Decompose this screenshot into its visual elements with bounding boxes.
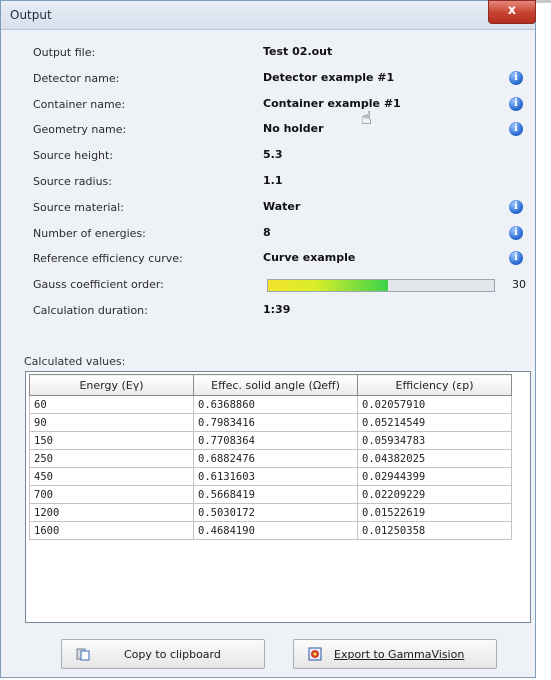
- table-row[interactable]: 90 0.7983416 0.05214549: [29, 413, 512, 432]
- info-label: Container name:: [33, 97, 126, 111]
- column-header-energy[interactable]: Energy (Eγ): [29, 374, 194, 396]
- info-icon[interactable]: i: [509, 122, 523, 137]
- hand-cursor-icon: ☝: [361, 108, 372, 129]
- info-value: 1.1: [263, 174, 283, 187]
- info-row: Container name: Container example #1 i: [17, 93, 529, 117]
- table-row[interactable]: 450 0.6131603 0.02944399: [29, 467, 512, 486]
- info-value: Test 02.out: [263, 45, 333, 58]
- efficiency-cell: 0.02209229: [357, 485, 512, 504]
- info-row: Gauss coefficient order: 30: [17, 273, 529, 297]
- gammavision-icon: [308, 647, 322, 661]
- energy-cell: 150: [29, 431, 194, 450]
- results-table: Energy (Eγ) Effec. solid angle (Ωeff) Ef…: [29, 374, 512, 540]
- solid-angle-cell: 0.5030172: [193, 503, 358, 522]
- info-label: Geometry name:: [33, 123, 127, 137]
- table-row[interactable]: 1200 0.5030172 0.01522619: [29, 503, 512, 522]
- copy-to-clipboard-button[interactable]: Copy to clipboard: [61, 639, 265, 669]
- info-row: Geometry name: No holder i: [17, 118, 529, 142]
- info-row: Number of energies: 8 i: [17, 222, 529, 246]
- gauss-order-value: 30: [512, 278, 526, 292]
- energy-cell: 1600: [29, 521, 194, 540]
- close-icon: x: [507, 3, 517, 18]
- output-window: Output x Output file: Test 02.out Detector…: [0, 0, 536, 678]
- info-icon[interactable]: i: [509, 70, 523, 85]
- efficiency-cell: 0.04382025: [357, 449, 512, 468]
- solid-angle-cell: 0.6131603: [193, 467, 358, 486]
- info-value: 5.3: [263, 148, 283, 162]
- copy-button-label: Copy to clipboard: [124, 648, 221, 661]
- column-header-efficiency[interactable]: Efficiency (εp): [357, 374, 512, 396]
- info-row: Source material: Water i: [17, 196, 529, 220]
- info-icon[interactable]: i: [509, 225, 523, 240]
- efficiency-cell: 0.05934783: [357, 431, 512, 450]
- info-value: Detector example #1: [263, 70, 395, 84]
- table-header-row: Energy (Eγ) Effec. solid angle (Ωeff) Ef…: [29, 374, 512, 396]
- table-row[interactable]: 700 0.5668419 0.02209229: [29, 485, 512, 504]
- table-row[interactable]: 60 0.6368860 0.02057910: [29, 395, 512, 414]
- info-label: Source radius:: [33, 175, 112, 188]
- gauss-order-progress-bar: [267, 279, 495, 293]
- table-row[interactable]: 1600 0.4684190 0.01250358: [29, 521, 512, 540]
- button-bar: Copy to clipboard Export to GammaVision: [1, 631, 537, 679]
- info-value: Curve example: [263, 251, 356, 265]
- calculated-values-label: Calculated values:: [24, 355, 126, 368]
- info-label: Number of energies:: [33, 226, 146, 240]
- table-row[interactable]: 250 0.6882476 0.04382025: [29, 449, 512, 468]
- solid-angle-cell: 0.5668419: [193, 485, 358, 504]
- info-label: Output file:: [33, 46, 96, 59]
- energy-cell: 60: [29, 395, 194, 414]
- solid-angle-cell: 0.7983416: [193, 413, 358, 432]
- solid-angle-cell: 0.6882476: [193, 449, 358, 468]
- solid-angle-cell: 0.6368860: [193, 395, 358, 414]
- efficiency-cell: 0.01522619: [357, 503, 512, 522]
- info-row: Source radius: 1.1: [17, 170, 529, 194]
- energy-cell: 250: [29, 449, 194, 468]
- info-value: 8: [263, 225, 271, 239]
- info-panel: Output file: Test 02.out Detector name: Det…: [17, 41, 529, 341]
- efficiency-cell: 0.02057910: [357, 395, 512, 414]
- info-icon[interactable]: i: [509, 251, 523, 266]
- efficiency-cell: 0.01250358: [357, 521, 512, 540]
- title-bar: Output x: [1, 0, 536, 30]
- solid-angle-cell: 0.4684190: [193, 521, 358, 540]
- close-button[interactable]: x: [488, 0, 536, 24]
- clipboard-icon: [76, 648, 90, 661]
- info-value: 1:39: [263, 303, 291, 316]
- info-label: Calculation duration:: [33, 304, 148, 317]
- gauss-order-progress-fill: [268, 280, 388, 292]
- info-icon[interactable]: i: [509, 199, 523, 214]
- info-value: Container example #1: [263, 96, 401, 110]
- solid-angle-cell: 0.7708364: [193, 431, 358, 450]
- info-value: No holder: [263, 122, 324, 136]
- export-to-gammavision-button[interactable]: Export to GammaVision: [293, 639, 497, 669]
- info-label: Reference efficiency curve:: [33, 252, 183, 266]
- energy-cell: 700: [29, 485, 194, 504]
- results-table-box[interactable]: Energy (Eγ) Effec. solid angle (Ωeff) Ef…: [25, 371, 531, 623]
- window-title: Output: [10, 8, 52, 22]
- column-header-solid-angle[interactable]: Effec. solid angle (Ωeff): [193, 374, 358, 396]
- info-icon[interactable]: i: [509, 96, 523, 111]
- info-row: Calculation duration: 1:39: [17, 299, 529, 323]
- info-label: Source material:: [33, 200, 124, 214]
- energy-cell: 450: [29, 467, 194, 486]
- info-row: Reference efficiency curve: Curve example…: [17, 247, 529, 271]
- info-row: Source height: 5.3: [17, 144, 529, 168]
- export-button-label: Export to GammaVision: [334, 648, 465, 661]
- info-label: Gauss coefficient order:: [33, 278, 164, 292]
- info-row: Output file: Test 02.out: [17, 41, 529, 65]
- energy-cell: 90: [29, 413, 194, 432]
- energy-cell: 1200: [29, 503, 194, 522]
- efficiency-cell: 0.05214549: [357, 413, 512, 432]
- efficiency-cell: 0.02944399: [357, 467, 512, 486]
- info-label: Detector name:: [33, 71, 120, 85]
- table-row[interactable]: 150 0.7708364 0.05934783: [29, 431, 512, 450]
- info-row: Detector name: Detector example #1 i: [17, 67, 529, 91]
- info-value: Water: [263, 199, 301, 213]
- info-label: Source height:: [33, 149, 114, 163]
